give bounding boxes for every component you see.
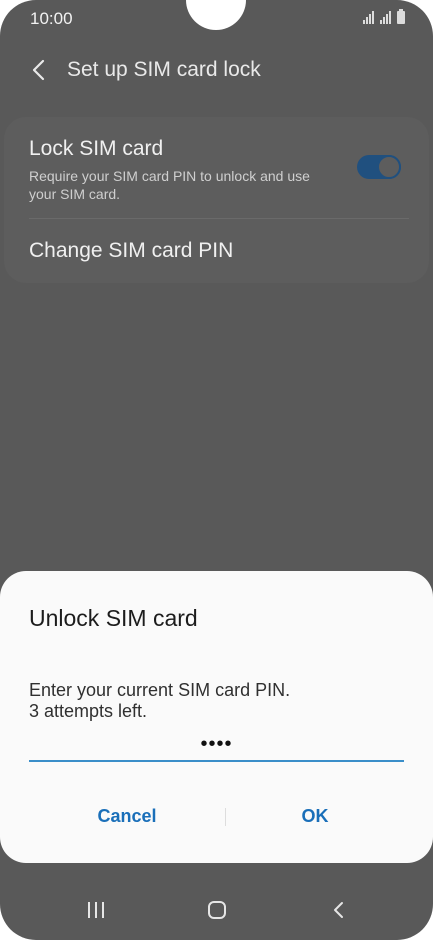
battery-icon [397,9,405,24]
recents-icon [88,902,104,918]
settings-card: Lock SIM card Require your SIM card PIN … [4,117,429,283]
navigation-bar [0,880,433,940]
cancel-button[interactable]: Cancel [37,796,217,836]
home-button[interactable] [187,890,247,930]
signal-icon [363,10,374,24]
screen: 10:00 Set up SIM card lock Lock SIM card… [0,0,433,940]
page-title: Set up SIM card lock [67,58,261,81]
status-icons [363,9,405,24]
lock-sim-title: Lock SIM card [29,137,164,160]
chevron-left-icon [32,59,45,81]
dialog-message-line1: Enter your current SIM card PIN. [29,680,291,700]
ok-button[interactable]: OK [225,796,405,836]
phone-frame: 10:00 Set up SIM card lock Lock SIM card… [0,0,433,940]
back-icon [334,902,343,918]
dialog-title: Unlock SIM card [29,605,198,631]
app-bar: Set up SIM card lock [0,48,433,92]
dialog-message-line2: 3 attempts left. [29,701,148,721]
divider [29,218,409,219]
lock-sim-subtitle: Require your SIM card PIN to unlock and … [29,168,310,202]
home-icon [208,901,226,919]
signal-icon-sim2 [380,10,391,24]
recents-button[interactable] [66,890,126,930]
unlock-sim-dialog: Unlock SIM card Enter your current SIM c… [0,571,433,863]
back-button[interactable] [26,56,54,84]
lock-sim-toggle[interactable] [357,155,401,179]
toggle-knob [377,155,401,179]
change-pin-row[interactable]: Change SIM card PIN [29,239,233,263]
lock-sim-row[interactable]: Lock SIM card Require your SIM card PIN … [29,137,329,203]
status-time: 10:00 [30,9,73,28]
nav-back-button[interactable] [309,890,369,930]
dialog-message: Enter your current SIM card PIN. 3 attem… [29,680,290,722]
pin-input[interactable] [29,728,404,762]
